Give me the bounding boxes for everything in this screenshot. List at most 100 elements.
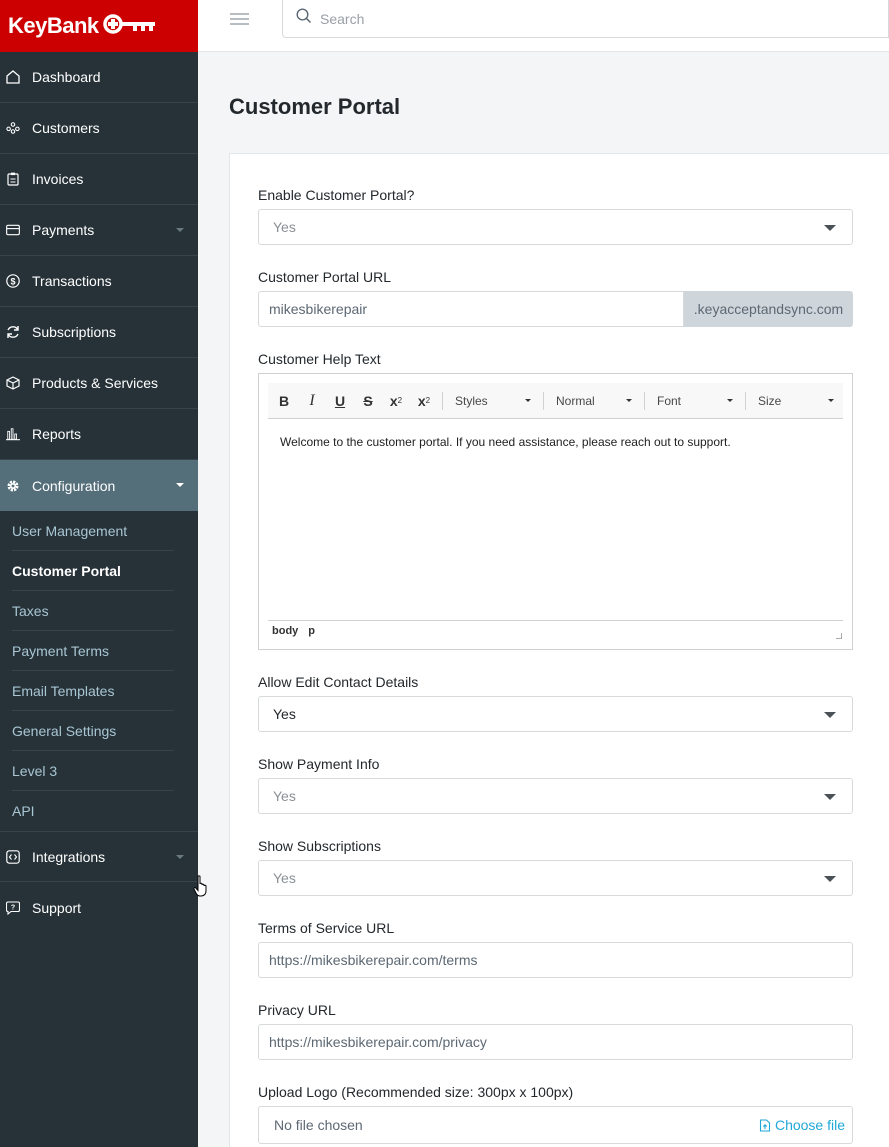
gear-icon <box>6 479 20 493</box>
sidebar-item-label: Integrations <box>32 848 106 865</box>
size-dropdown-label: Size <box>758 393 782 408</box>
sidebar-item-label: Configuration <box>32 477 116 494</box>
settings-card: Enable Customer Portal? Yes Customer Por… <box>229 153 889 1147</box>
choose-file-button[interactable]: Choose file <box>759 1117 845 1133</box>
upload-logo-field: Upload Logo (Recommended size: 300px x 1… <box>258 1084 853 1144</box>
users-icon <box>6 121 20 135</box>
svg-text:$: $ <box>10 277 15 287</box>
portal-url-label: Customer Portal URL <box>258 269 392 285</box>
logo-file-input[interactable]: No file chosen Choose file <box>258 1106 853 1144</box>
terms-url-input[interactable]: https://mikesbikerepair.com/terms <box>258 942 853 978</box>
sidebar-item-label: Dashboard <box>32 69 101 85</box>
submenu-item-level-3[interactable]: Level 3 <box>12 751 174 791</box>
enable-portal-select[interactable]: Yes <box>258 209 853 245</box>
chevron-down-icon <box>824 225 836 231</box>
show-subscriptions-select[interactable]: Yes <box>258 860 853 896</box>
help-text-label: Customer Help Text <box>258 351 381 367</box>
sidebar: KeyBank Dashboard Customers Invoices Pay… <box>0 0 198 1147</box>
enable-portal-label: Enable Customer Portal? <box>258 187 415 203</box>
element-path: body p <box>268 620 843 640</box>
size-dropdown[interactable]: Size <box>750 389 842 413</box>
path-body[interactable]: body <box>272 625 298 637</box>
submenu-item-customer-portal[interactable]: Customer Portal <box>12 551 174 591</box>
search-input[interactable] <box>320 10 501 27</box>
home-icon <box>6 70 20 84</box>
sidebar-item-label: Customers <box>32 120 100 136</box>
chevron-down-icon <box>824 712 836 718</box>
show-subscriptions-field: Show Subscriptions Yes <box>258 838 853 896</box>
allow-edit-value: Yes <box>273 706 296 722</box>
privacy-url-input[interactable]: https://mikesbikerepair.com/privacy <box>258 1024 853 1060</box>
choose-file-label: Choose file <box>774 1117 845 1133</box>
submenu-item-email-templates[interactable]: Email Templates <box>12 671 174 711</box>
sidebar-item-label: Invoices <box>32 171 84 187</box>
show-payment-field: Show Payment Info Yes <box>258 756 853 814</box>
submenu-item-api[interactable]: API <box>12 791 174 831</box>
sidebar-item-payments[interactable]: Payments <box>0 205 198 256</box>
terms-url-label: Terms of Service URL <box>258 920 395 936</box>
resize-handle-icon[interactable] <box>836 633 842 639</box>
sidebar-item-transactions[interactable]: $ Transactions <box>0 256 198 307</box>
configuration-submenu: User Management Customer Portal Taxes Pa… <box>0 511 198 831</box>
bold-button[interactable]: B <box>270 389 298 413</box>
chevron-down-icon <box>824 876 836 882</box>
file-upload-icon <box>759 1118 771 1132</box>
portal-url-group: mikesbikerepair .keyacceptandsync.com <box>258 291 853 327</box>
styles-dropdown-label: Styles <box>455 393 488 408</box>
submenu-item-general-settings[interactable]: General Settings <box>12 711 174 751</box>
editor-content[interactable]: Welcome to the customer portal. If you n… <box>268 419 843 621</box>
chevron-down-icon <box>176 855 184 859</box>
subscript-button[interactable]: x2 <box>382 389 410 413</box>
strikethrough-button[interactable]: S <box>354 389 382 413</box>
dollar-circle-icon: $ <box>6 274 20 288</box>
terms-url-field: Terms of Service URL https://mikesbikere… <box>258 920 853 978</box>
submenu-item-taxes[interactable]: Taxes <box>12 591 174 631</box>
clipboard-icon <box>6 172 20 186</box>
sidebar-item-reports[interactable]: Reports <box>0 409 198 460</box>
font-dropdown[interactable]: Font <box>649 389 741 413</box>
sidebar-item-integrations[interactable]: Integrations <box>0 831 198 882</box>
enable-portal-value: Yes <box>273 219 296 235</box>
top-bar <box>198 0 889 52</box>
sidebar-item-configuration[interactable]: Configuration <box>0 460 198 511</box>
toolbar-divider <box>644 391 645 410</box>
credit-card-icon <box>6 223 20 237</box>
key-logo-icon <box>102 13 157 40</box>
chevron-down-icon <box>824 794 836 800</box>
toolbar-divider <box>543 391 544 410</box>
italic-button[interactable]: I <box>298 389 326 413</box>
portal-url-input[interactable]: mikesbikerepair <box>258 291 684 327</box>
hamburger-menu-icon[interactable] <box>230 13 249 25</box>
format-dropdown[interactable]: Normal <box>548 389 640 413</box>
show-payment-label: Show Payment Info <box>258 756 380 772</box>
file-status: No file chosen <box>274 1117 363 1133</box>
sidebar-item-customers[interactable]: Customers <box>0 103 198 154</box>
sidebar-item-label: Transactions <box>32 273 112 289</box>
caret-down-icon <box>525 399 531 402</box>
search-box[interactable] <box>282 0 889 38</box>
hand-cursor-icon <box>193 875 209 904</box>
sidebar-item-support[interactable]: ? Support <box>0 882 198 933</box>
brand-name: KeyBank <box>8 13 99 38</box>
path-p[interactable]: p <box>308 625 315 637</box>
sidebar-item-label: Products & Services <box>32 375 159 391</box>
submenu-item-payment-terms[interactable]: Payment Terms <box>12 631 174 671</box>
superscript-button[interactable]: x2 <box>410 389 438 413</box>
underline-button[interactable]: U <box>326 389 354 413</box>
styles-dropdown[interactable]: Styles <box>447 389 539 413</box>
privacy-url-label: Privacy URL <box>258 1002 336 1018</box>
sidebar-item-subscriptions[interactable]: Subscriptions <box>0 307 198 358</box>
sidebar-item-dashboard[interactable]: Dashboard <box>0 52 198 103</box>
box-icon <box>6 376 20 390</box>
upload-logo-label: Upload Logo (Recommended size: 300px x 1… <box>258 1084 574 1100</box>
privacy-url-field: Privacy URL https://mikesbikerepair.com/… <box>258 1002 853 1060</box>
portal-url-field: Customer Portal URL mikesbikerepair .key… <box>258 269 853 327</box>
sidebar-item-invoices[interactable]: Invoices <box>0 154 198 205</box>
page-title: Customer Portal <box>229 94 401 119</box>
allow-edit-select[interactable]: Yes <box>258 696 853 732</box>
sidebar-item-products-services[interactable]: Products & Services <box>0 358 198 409</box>
submenu-item-user-management[interactable]: User Management <box>12 511 174 551</box>
show-payment-select[interactable]: Yes <box>258 778 853 814</box>
rich-text-editor: B I U S x2 x2 Styles Normal Font Size We… <box>258 373 853 650</box>
brand-logo[interactable]: KeyBank <box>0 0 198 52</box>
